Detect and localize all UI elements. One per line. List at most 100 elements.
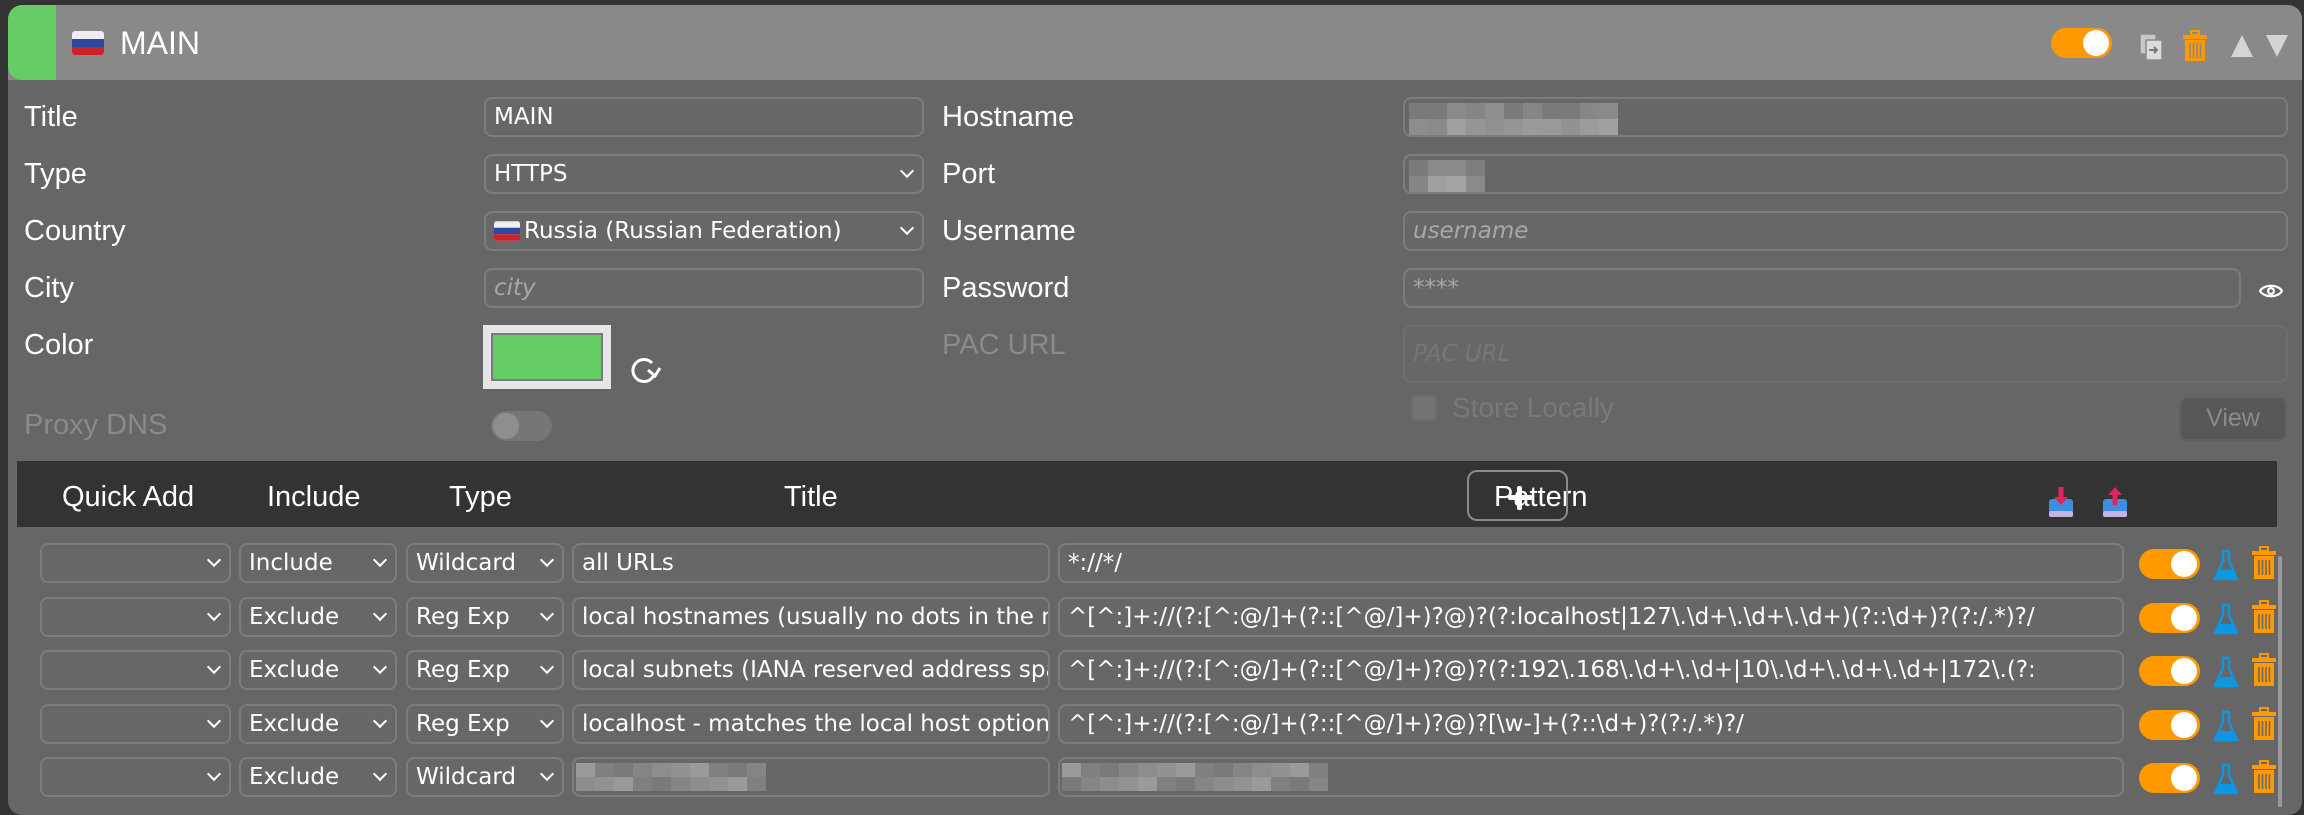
test-pattern-flask-icon[interactable]: [2213, 656, 2239, 688]
color-picker[interactable]: [483, 325, 611, 389]
proxy-dns-label: Proxy DNS: [24, 409, 168, 441]
pattern-title-value: localhost - matches the local host optio…: [582, 710, 1050, 737]
proxy-dns-toggle[interactable]: [491, 411, 552, 441]
pattern-row: Include Wildcard all URLs *://*/: [0, 543, 2304, 585]
password-label: Password: [942, 272, 1070, 304]
pattern-row: Exclude Reg Exp local hostnames (usually…: [0, 596, 2304, 639]
type-value: Wildcard: [416, 550, 517, 576]
hostname-label: Hostname: [942, 101, 1075, 133]
patterns-scrollbar[interactable]: [2278, 556, 2282, 807]
chevron-down-icon: [539, 713, 555, 728]
pattern-title-input[interactable]: local subnets (IANA reserved address spa…: [572, 650, 1050, 690]
test-pattern-flask-icon[interactable]: [2213, 710, 2239, 742]
add-pattern-button[interactable]: [1467, 470, 1568, 521]
type-select[interactable]: Reg Exp: [406, 703, 564, 744]
pattern-enabled-toggle[interactable]: [2139, 549, 2200, 579]
country-select-value: Russia (Russian Federation): [524, 218, 842, 244]
pattern-title-value: local subnets (IANA reserved address spa…: [582, 657, 1050, 683]
type-select[interactable]: Reg Exp: [406, 596, 564, 637]
test-pattern-flask-icon[interactable]: [2213, 763, 2239, 795]
pattern-row: Exclude Reg Exp local subnets (IANA rese…: [0, 650, 2304, 692]
column-header-type: Type: [449, 481, 512, 513]
column-header-title: Title: [784, 481, 838, 513]
color-swatch: [491, 333, 603, 381]
pattern-enabled-toggle[interactable]: [2139, 602, 2200, 633]
quick-add-select[interactable]: [40, 596, 231, 637]
store-locally-label: Store Locally: [1452, 392, 1614, 423]
password-input[interactable]: ****: [1403, 268, 2241, 308]
chevron-down-icon: [206, 552, 222, 568]
refresh-icon[interactable]: [628, 355, 662, 385]
include-select[interactable]: Include: [239, 543, 397, 583]
pattern-value: *://*/: [1068, 550, 1122, 576]
pattern-input[interactable]: ^[^:]+://(?:[^:@/]+(?::[^@/]+)?@)?(?:192…: [1058, 650, 2124, 690]
city-input[interactable]: city: [484, 268, 924, 308]
include-value: Include: [249, 550, 333, 576]
pattern-enabled-toggle[interactable]: [2139, 763, 2200, 793]
pattern-enabled-toggle[interactable]: [2139, 709, 2200, 740]
chevron-down-icon: [539, 552, 555, 568]
proxy-enabled-toggle[interactable]: [2051, 28, 2112, 58]
delete-pattern-trash-icon[interactable]: [2251, 599, 2277, 634]
store-locally-checkbox[interactable]: [1411, 395, 1437, 421]
pattern-title-value: local hostnames (usually no dots in the …: [582, 603, 1048, 630]
port-input[interactable]: [1403, 154, 2288, 194]
pattern-input[interactable]: [1058, 757, 2124, 797]
pattern-row: Exclude Reg Exp localhost - matches the …: [0, 703, 2304, 746]
pattern-title-input[interactable]: all URLs: [572, 543, 1050, 583]
include-select[interactable]: Exclude: [239, 596, 397, 637]
proxy-card: MAIN Title MAIN Type HTTPS Country Russi…: [8, 5, 2302, 815]
redacted-content: [1062, 763, 1328, 791]
pattern-title-input[interactable]: local hostnames (usually no dots in the …: [572, 596, 1050, 637]
proxy-color-strip: [8, 5, 56, 80]
type-select[interactable]: Wildcard: [406, 543, 564, 583]
show-password-eye-icon[interactable]: [2259, 283, 2283, 299]
include-value: Exclude: [249, 710, 340, 737]
quick-add-select[interactable]: [40, 543, 231, 583]
hostname-input[interactable]: [1403, 97, 2288, 137]
pac-url-input[interactable]: PAC URL: [1403, 325, 2288, 383]
pattern-input[interactable]: ^[^:]+://(?:[^:@/]+(?::[^@/]+)?@)?(?:loc…: [1058, 596, 2124, 637]
view-button[interactable]: View: [2179, 397, 2287, 441]
type-value: Reg Exp: [416, 710, 510, 737]
pattern-enabled-toggle[interactable]: [2139, 656, 2200, 686]
type-select[interactable]: Wildcard: [406, 757, 564, 797]
chevron-down-icon: [206, 659, 222, 675]
chevron-down-icon: [372, 659, 388, 675]
username-input[interactable]: username: [1403, 211, 2288, 251]
title-input[interactable]: MAIN: [484, 97, 924, 137]
include-value: Exclude: [249, 603, 340, 630]
include-select[interactable]: Exclude: [239, 650, 397, 690]
delete-pattern-trash-icon[interactable]: [2251, 706, 2277, 741]
pattern-title-input[interactable]: localhost - matches the local host optio…: [572, 703, 1050, 744]
type-select[interactable]: Reg Exp: [406, 650, 564, 690]
move-down-icon[interactable]: [2265, 33, 2289, 59]
test-pattern-flask-icon[interactable]: [2213, 549, 2239, 581]
pattern-value: ^[^:]+://(?:[^:@/]+(?::[^@/]+)?@)?(?:192…: [1068, 657, 2036, 683]
test-pattern-flask-icon[interactable]: [2213, 603, 2239, 635]
quick-add-select[interactable]: [40, 757, 231, 797]
delete-pattern-trash-icon[interactable]: [2251, 760, 2277, 794]
quick-add-select[interactable]: [40, 650, 231, 690]
include-select[interactable]: Exclude: [239, 757, 397, 797]
pattern-input[interactable]: ^[^:]+://(?:[^:@/]+(?::[^@/]+)?@)?[\w-]+…: [1058, 703, 2124, 744]
import-icon[interactable]: [2047, 485, 2075, 519]
type-select[interactable]: HTTPS: [484, 154, 924, 194]
export-icon[interactable]: [2101, 485, 2129, 519]
duplicate-icon[interactable]: [2138, 32, 2164, 62]
trash-icon[interactable]: [2182, 30, 2208, 62]
chevron-down-icon: [539, 659, 555, 675]
delete-pattern-trash-icon[interactable]: [2251, 546, 2277, 580]
chevron-down-icon: [206, 713, 222, 728]
quick-add-select[interactable]: [40, 703, 231, 744]
pattern-row: Exclude Wildcard: [0, 757, 2304, 799]
pattern-input[interactable]: *://*/: [1058, 543, 2124, 583]
pattern-title-input[interactable]: [572, 757, 1050, 797]
proxy-card-header[interactable]: MAIN: [8, 5, 2302, 80]
include-select[interactable]: Exclude: [239, 703, 397, 744]
type-value: Reg Exp: [416, 657, 510, 683]
delete-pattern-trash-icon[interactable]: [2251, 653, 2277, 687]
move-up-icon[interactable]: [2230, 33, 2254, 59]
country-select[interactable]: Russia (Russian Federation): [484, 211, 924, 251]
type-select-value: HTTPS: [494, 161, 568, 187]
